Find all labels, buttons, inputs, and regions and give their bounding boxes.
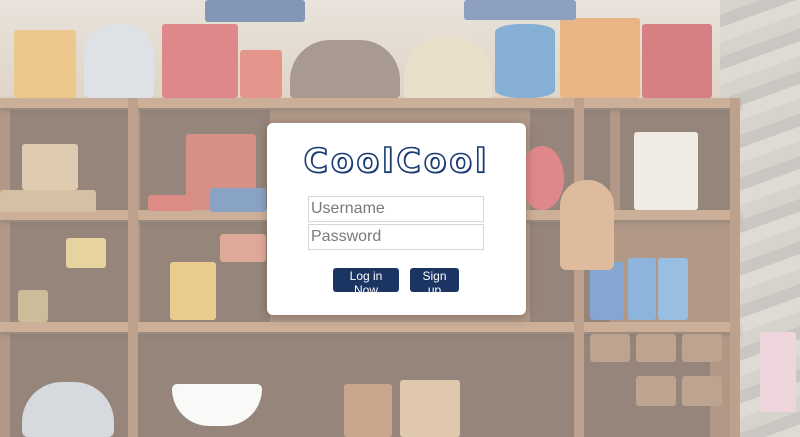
signup-button[interactable]: Sign up [410,268,459,297]
password-input[interactable] [308,224,484,250]
login-button[interactable]: Log in Now [333,268,399,297]
app-logo: CoolCool [303,140,490,181]
username-input[interactable] [308,196,484,222]
login-card: CoolCool Log in Now Sign up [267,123,526,315]
